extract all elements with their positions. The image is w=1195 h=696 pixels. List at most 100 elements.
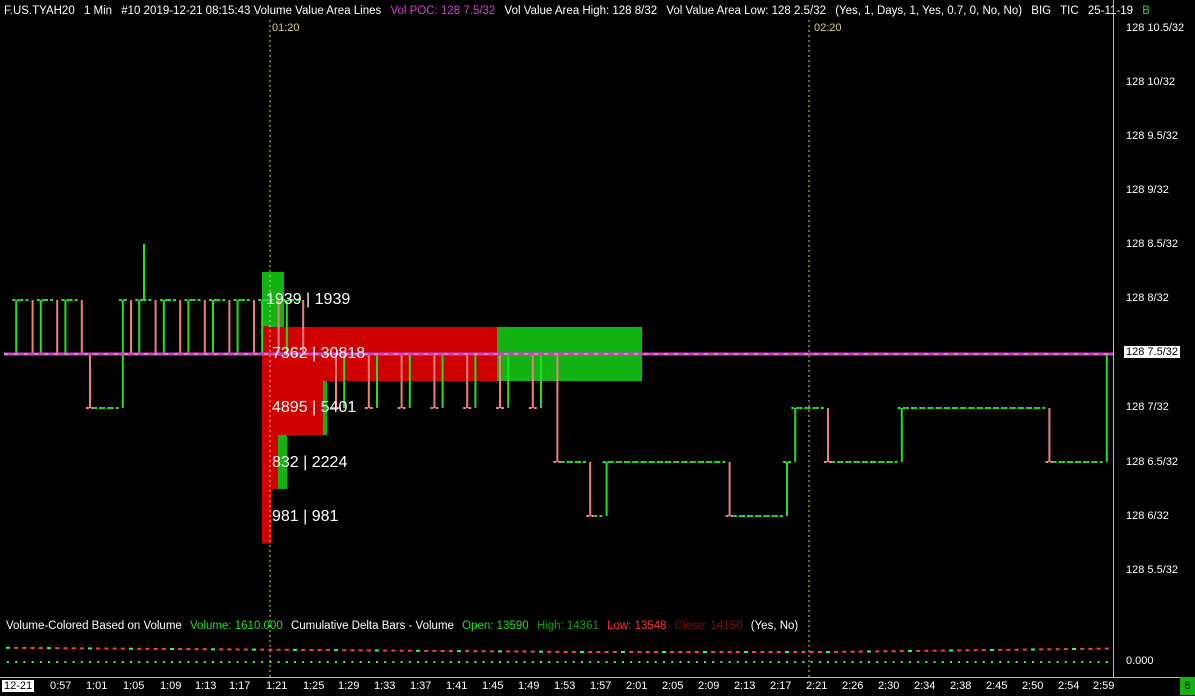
x-tick-label: 1:49 [518, 680, 540, 692]
current-price-label: 128 7.5/32 [1124, 346, 1180, 358]
volume-dot [769, 661, 772, 663]
volume-dot [1064, 661, 1067, 663]
delta-dot [6, 646, 10, 649]
delta-dot [38, 647, 43, 650]
volume-dot [302, 661, 305, 663]
volume-dot [991, 661, 993, 663]
delta-dot [260, 648, 265, 651]
volume-dot [285, 661, 288, 663]
delta-dot [235, 648, 240, 651]
delta-dot [432, 649, 437, 652]
delta-dot [342, 649, 347, 652]
delta-dot [1088, 647, 1093, 650]
volume-dot [507, 661, 510, 663]
delta-dot [637, 651, 642, 653]
x-tick-label: 2:45 [986, 680, 1008, 692]
delta-dot [973, 649, 978, 652]
volume-dot [56, 661, 59, 663]
delta-dot [817, 651, 822, 653]
volume-dot [335, 661, 337, 663]
delta-dot [883, 650, 888, 653]
y-label: 128 6.5/32 [1126, 456, 1178, 468]
delta-dot [1006, 648, 1011, 651]
delta-dot [366, 649, 371, 652]
volume-dot [663, 661, 665, 663]
volume-dot [925, 661, 928, 663]
lower-panel-header: Volume-Colored Based on Volume Volume: 1… [6, 620, 803, 632]
volume-dot [376, 661, 378, 663]
x-tick-label: 1:21 [266, 680, 288, 692]
x-tick-label: 2:26 [842, 680, 864, 692]
x-tick-label: 1:29 [338, 680, 360, 692]
volume-dot [900, 661, 903, 663]
delta-dot [170, 648, 174, 650]
volume-dot [425, 661, 428, 663]
volume-dot [490, 661, 493, 663]
volume-dot [917, 661, 920, 663]
volume-dot [482, 661, 485, 663]
volume-dot [597, 661, 600, 663]
volume-dot [171, 661, 173, 663]
delta-dot [14, 646, 19, 649]
delta-dot [768, 651, 773, 653]
volume-dot [228, 661, 231, 663]
volume-dot [515, 661, 518, 663]
volume-dot [892, 661, 895, 663]
volume-dot [646, 661, 649, 663]
delta-close: Close: 14150 [674, 620, 743, 632]
volume-dot [605, 661, 608, 663]
volume-dot [933, 661, 936, 663]
delta-dot [793, 651, 798, 653]
x-tick-label: 2:21 [806, 680, 828, 692]
volume-dot [179, 661, 182, 663]
volume-dot [1032, 661, 1034, 663]
volume-dot [868, 661, 870, 663]
x-tick-label: 1:33 [374, 680, 396, 692]
x-tick-label: 1:01 [86, 680, 108, 692]
volume-dot [97, 661, 100, 663]
delta-dot [481, 650, 486, 653]
volume-dot [531, 661, 534, 663]
volume-dot [745, 661, 747, 663]
delta-dot [383, 649, 388, 652]
delta-dot [309, 649, 314, 652]
profile-label: 981 | 981 [272, 508, 339, 525]
delta-dot [555, 650, 560, 653]
y-label: 128 6/32 [1126, 510, 1169, 522]
volume-dot [212, 661, 214, 663]
delta-dot [211, 648, 215, 651]
delta-dot [358, 649, 363, 652]
x-tick-label: 1:05 [123, 680, 145, 692]
delta-dot [1031, 648, 1035, 651]
volume-dot [367, 661, 370, 663]
volume-dot [982, 661, 985, 663]
delta-dot [785, 651, 789, 653]
x-tick-label: 1:09 [160, 680, 182, 692]
delta-dot [55, 647, 60, 650]
price-chart[interactable] [0, 0, 1195, 695]
delta-dot [998, 648, 1003, 651]
volume-dot [851, 661, 854, 663]
volume-dot [679, 661, 682, 663]
delta-dot [932, 649, 937, 652]
volume-dot [794, 661, 797, 663]
profile-label: 7362 | 30818 [272, 345, 366, 362]
delta-dot [981, 649, 986, 652]
delta-dot [809, 651, 814, 653]
delta-low: Low: 13548 [607, 620, 667, 632]
volume-dot [843, 661, 846, 663]
volume-dot [433, 661, 436, 663]
volume-dot [449, 661, 452, 663]
delta-dot [161, 647, 166, 650]
delta-dot [1096, 647, 1101, 650]
volume-dot [408, 661, 411, 663]
volume-dot [64, 661, 67, 663]
volume-dot [105, 661, 108, 663]
delta-dot [662, 651, 666, 653]
volume-dot [39, 661, 42, 663]
volume-dot [326, 661, 329, 663]
delta-dot [145, 647, 150, 650]
delta-dot [760, 651, 765, 653]
volume-dot [761, 661, 764, 663]
volume-dot [802, 661, 805, 663]
